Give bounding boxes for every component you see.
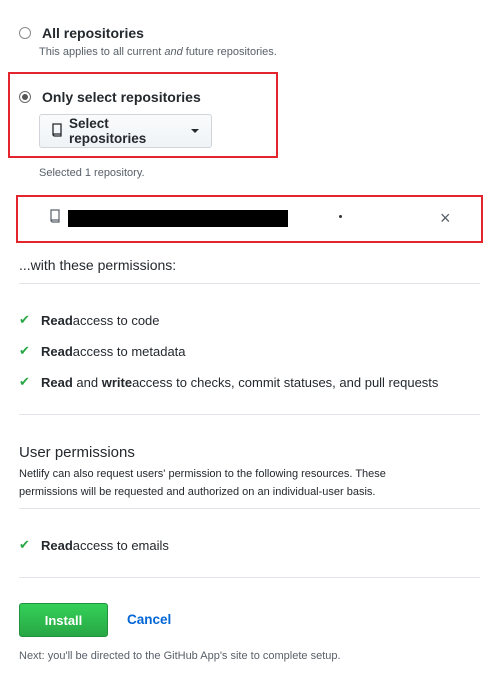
- install-button[interactable]: Install: [19, 603, 108, 637]
- repo-icon: [52, 122, 63, 140]
- user-permissions-title: User permissions: [19, 444, 135, 461]
- footer-note: Next: you'll be directed to the GitHub A…: [19, 650, 341, 662]
- divider: [19, 283, 480, 284]
- repo-icon: [50, 209, 61, 228]
- all-repositories-note: This applies to all current and future r…: [39, 46, 277, 58]
- permissions-heading: ...with these permissions:: [19, 257, 177, 273]
- selected-count: Selected 1 repository.: [39, 167, 145, 179]
- close-icon: ×: [440, 208, 451, 228]
- all-repositories-label[interactable]: All repositories: [42, 25, 144, 41]
- permission-item: ✔ Read access to metadata: [19, 343, 186, 359]
- permission-item: ✔ Read access to code: [19, 312, 160, 328]
- select-repositories-label: Select repositories: [69, 116, 147, 146]
- remove-repo-button[interactable]: ×: [440, 208, 451, 228]
- check-icon: ✔: [19, 537, 30, 552]
- divider: [19, 577, 480, 578]
- all-repositories-radio[interactable]: [19, 27, 31, 39]
- only-select-repositories-radio[interactable]: [19, 91, 31, 103]
- divider: [19, 414, 480, 415]
- permission-item: ✔ Read and write access to checks, commi…: [19, 374, 439, 390]
- check-icon: ✔: [19, 374, 30, 389]
- cancel-link[interactable]: Cancel: [127, 612, 171, 627]
- dot-separator: [339, 215, 342, 218]
- only-select-repositories-label[interactable]: Only select repositories: [42, 89, 201, 105]
- caret-down-icon: [191, 129, 199, 133]
- user-permissions-description: Netlify can also request users' permissi…: [19, 468, 386, 498]
- select-repositories-button[interactable]: Select repositories: [39, 114, 212, 148]
- redacted-repo-name: [68, 210, 288, 227]
- permission-item: ✔ Read access to emails: [19, 537, 169, 553]
- check-icon: ✔: [19, 343, 30, 358]
- divider: [19, 508, 480, 509]
- check-icon: ✔: [19, 312, 30, 327]
